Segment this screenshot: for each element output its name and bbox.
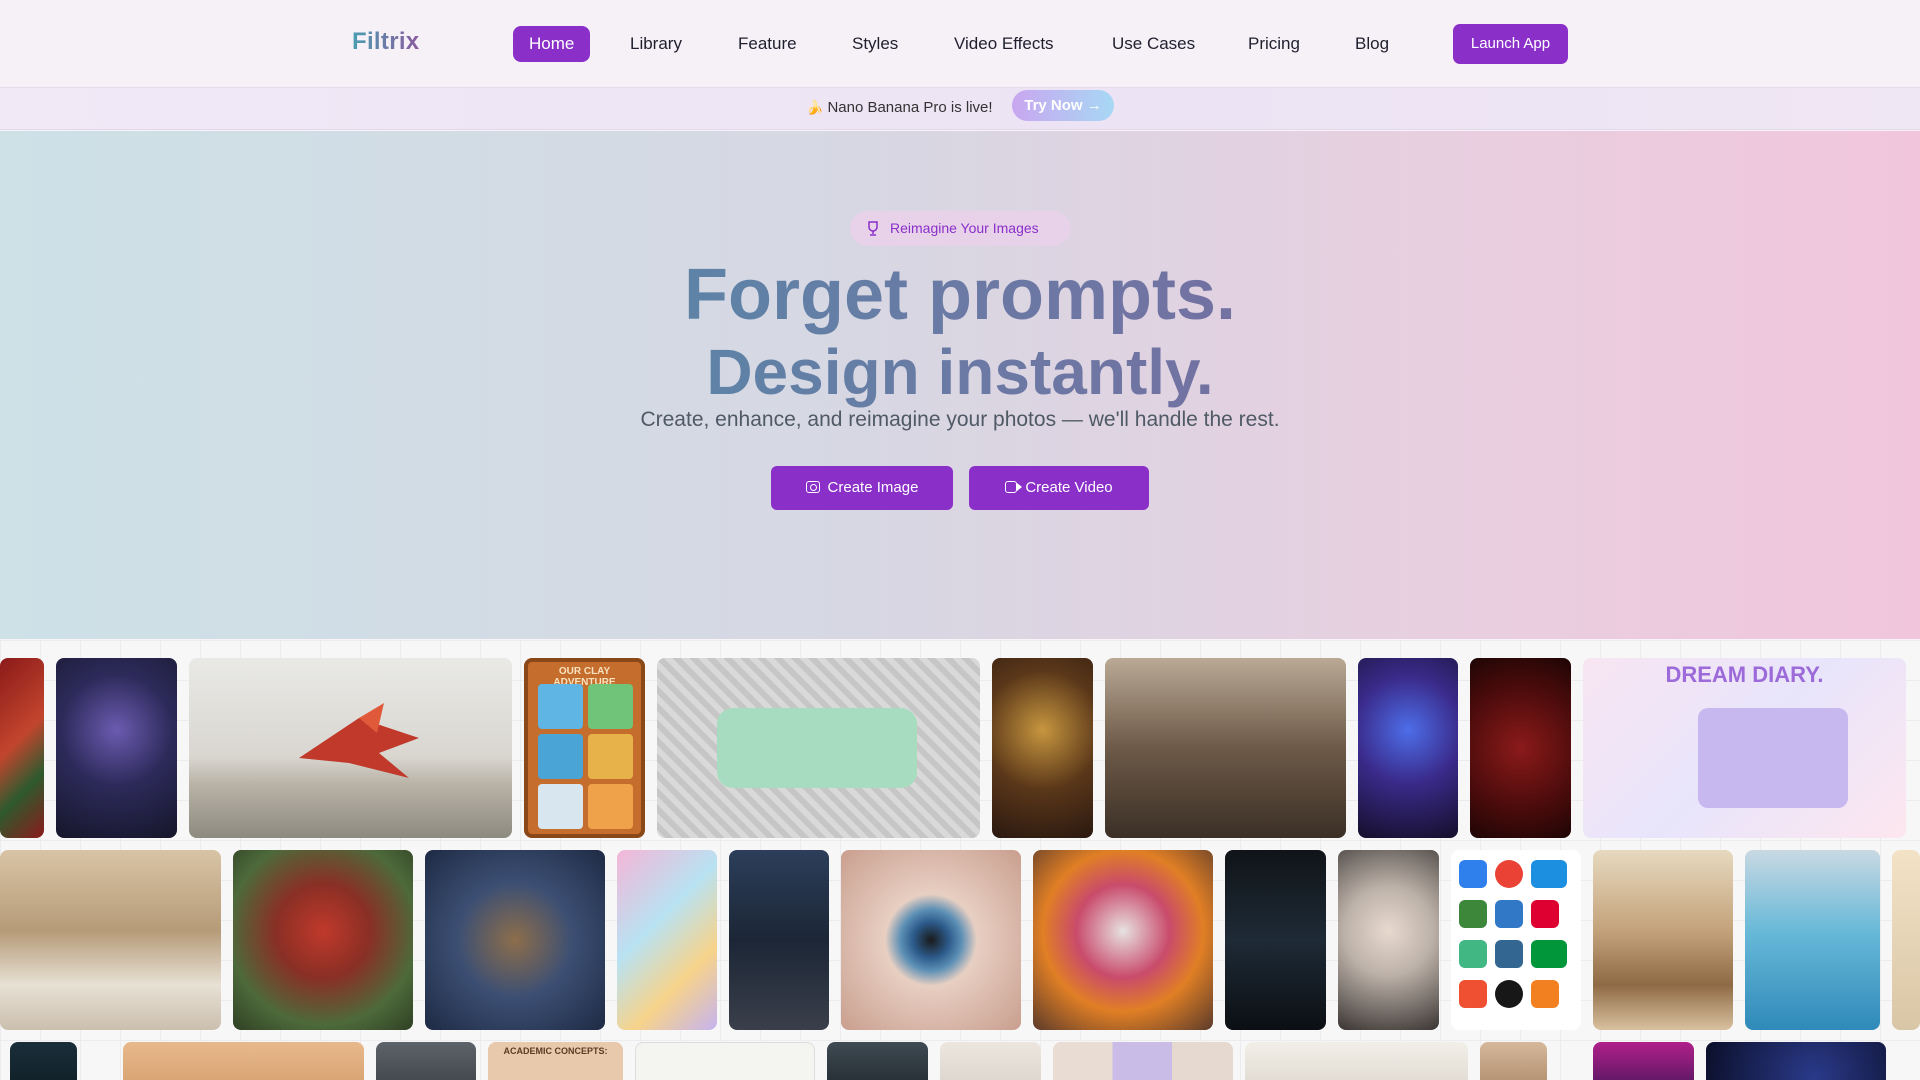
hero-headline-1: Forget prompts. — [0, 254, 1920, 336]
image-gallery: OUR CLAY ADVENTURE DREAM DIARY. ACADEMIC… — [0, 640, 1920, 1080]
gallery-tile-catrina-portrait[interactable] — [1033, 850, 1213, 1030]
nav-item-blog[interactable]: Blog — [1339, 26, 1405, 62]
gallery-tile-speech-bubble-table[interactable] — [657, 658, 980, 838]
gallery-tile-row3-1[interactable] — [10, 1042, 77, 1080]
gallery-tile-red-forest-art[interactable] — [0, 658, 44, 838]
brand-logo[interactable]: Filtrix — [352, 28, 419, 56]
trophy-icon — [868, 221, 878, 236]
nav-item-pricing[interactable]: Pricing — [1232, 26, 1316, 62]
gallery-tile-dog-walker-paris[interactable] — [1593, 850, 1733, 1030]
gallery-tile-origami-dragon[interactable] — [189, 658, 512, 838]
gallery-tile-wine-bottle[interactable] — [1470, 658, 1571, 838]
origami-dragon-shape — [299, 703, 419, 778]
gallery-tile-row3-7[interactable] — [940, 1042, 1041, 1080]
hero-pill-badge: Reimagine Your Images — [850, 211, 1071, 246]
gallery-tile-photo-booth-strip[interactable] — [729, 850, 829, 1030]
nav-item-feature[interactable]: Feature — [722, 26, 813, 62]
gallery-tile-sticker-collage-girl[interactable] — [617, 850, 717, 1030]
hero-subtitle: Create, enhance, and reimagine your phot… — [640, 408, 1280, 431]
video-icon — [1005, 481, 1023, 493]
announcement-text: Nano Banana Pro is live! — [827, 99, 993, 116]
gallery-tile-dream-diary[interactable]: DREAM DIARY. — [1583, 658, 1906, 838]
nav-item-video-effects[interactable]: Video Effects — [938, 26, 1070, 62]
gallery-tile-eye-closeup[interactable] — [841, 850, 1021, 1030]
hero-headline-2: Design instantly. — [0, 335, 1920, 409]
gallery-tile-red-camera-diorama[interactable] — [233, 850, 413, 1030]
gallery-tile-tech-logo-stickers[interactable] — [1451, 850, 1581, 1030]
dream-diary-caption: DREAM DIARY. — [1665, 662, 1824, 687]
gallery-tile-poolside-portrait[interactable] — [1745, 850, 1880, 1030]
nav-item-styles[interactable]: Styles — [836, 26, 914, 62]
gallery-tile-angel-statue[interactable] — [992, 658, 1093, 838]
gallery-tile-neon-street[interactable] — [1593, 1042, 1694, 1080]
create-image-label: Create Image — [827, 479, 919, 496]
nav-item-library[interactable]: Library — [614, 26, 698, 62]
gallery-tile-row3-10[interactable] — [1480, 1042, 1547, 1080]
camera-icon — [805, 481, 820, 493]
gallery-tile-kitchen-friends[interactable] — [1105, 658, 1346, 838]
gallery-tile-academic-concepts[interactable]: ACADEMIC CONCEPTS: — [488, 1042, 623, 1080]
gallery-tile-row3-2[interactable] — [123, 1042, 364, 1080]
gallery-tile-clay-adventure-comic[interactable]: OUR CLAY ADVENTURE — [524, 658, 645, 838]
gallery-tile-figure-display-case[interactable] — [1225, 850, 1326, 1030]
nav-item-home[interactable]: Home — [513, 26, 591, 62]
gallery-tile-row3-3[interactable] — [376, 1042, 476, 1080]
gallery-tile-night-sky[interactable] — [1706, 1042, 1886, 1080]
nav-item-use-cases[interactable]: Use Cases — [1096, 26, 1211, 62]
announcement-text-wrap: 🍌 Nano Banana Pro is live! — [806, 99, 993, 116]
gallery-tile-edge-partial[interactable] — [1892, 850, 1920, 1030]
banana-icon: 🍌 — [806, 99, 824, 115]
gallery-tile-neon-body-paint[interactable] — [1358, 658, 1458, 838]
gallery-tile-stained-glass-witch[interactable] — [56, 658, 177, 838]
gallery-tile-floor-plan[interactable] — [635, 1042, 815, 1080]
gallery-tile-living-room-interior[interactable] — [0, 850, 221, 1030]
top-nav: Filtrix Home Library Feature Styles Vide… — [0, 0, 1920, 88]
announcement-bar: 🍌 Nano Banana Pro is live! — [0, 88, 1920, 130]
create-video-button[interactable]: Create Video — [969, 466, 1149, 510]
create-video-label: Create Video — [1025, 479, 1113, 496]
gallery-tile-row3-6[interactable] — [827, 1042, 928, 1080]
gallery-tile-platinum-portrait[interactable] — [1338, 850, 1439, 1030]
hero-pill-label: Reimagine Your Images — [890, 220, 1039, 236]
try-now-button[interactable]: Try Now → — [1012, 90, 1114, 121]
gallery-tile-row3-9[interactable] — [1245, 1042, 1468, 1080]
launch-app-button[interactable]: Launch App — [1453, 24, 1568, 64]
gallery-tile-tiny-planet[interactable] — [425, 850, 605, 1030]
create-image-button[interactable]: Create Image — [771, 466, 953, 510]
academic-concepts-caption: ACADEMIC CONCEPTS: — [503, 1046, 608, 1056]
gallery-tile-expression-grid[interactable] — [1053, 1042, 1233, 1080]
